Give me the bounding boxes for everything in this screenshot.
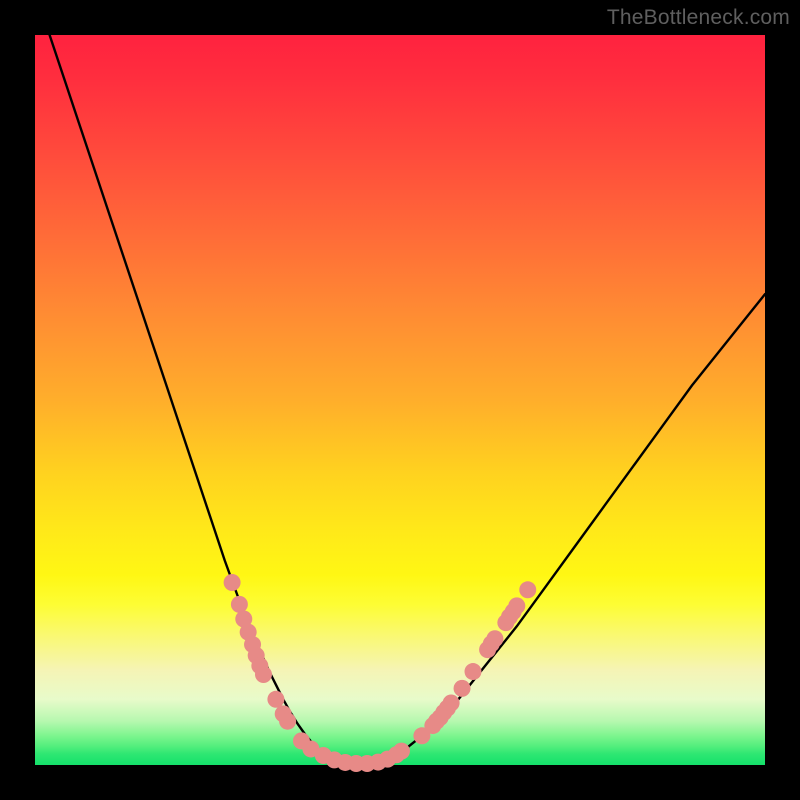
marker-point (443, 694, 460, 711)
marker-point (279, 713, 296, 730)
marker-point (231, 596, 248, 613)
plot-area (35, 35, 765, 765)
marker-point (519, 581, 536, 598)
marker-point (267, 691, 284, 708)
curve-svg (35, 35, 765, 765)
marker-point (465, 663, 482, 680)
marker-point (486, 630, 503, 647)
marker-point (393, 743, 410, 760)
chart-frame: TheBottleneck.com (0, 0, 800, 800)
marker-point (454, 680, 471, 697)
markers-group (224, 574, 537, 772)
marker-point (508, 597, 525, 614)
watermark-text: TheBottleneck.com (607, 6, 790, 30)
marker-point (255, 666, 272, 683)
marker-point (224, 574, 241, 591)
bottleneck-curve (50, 35, 765, 764)
